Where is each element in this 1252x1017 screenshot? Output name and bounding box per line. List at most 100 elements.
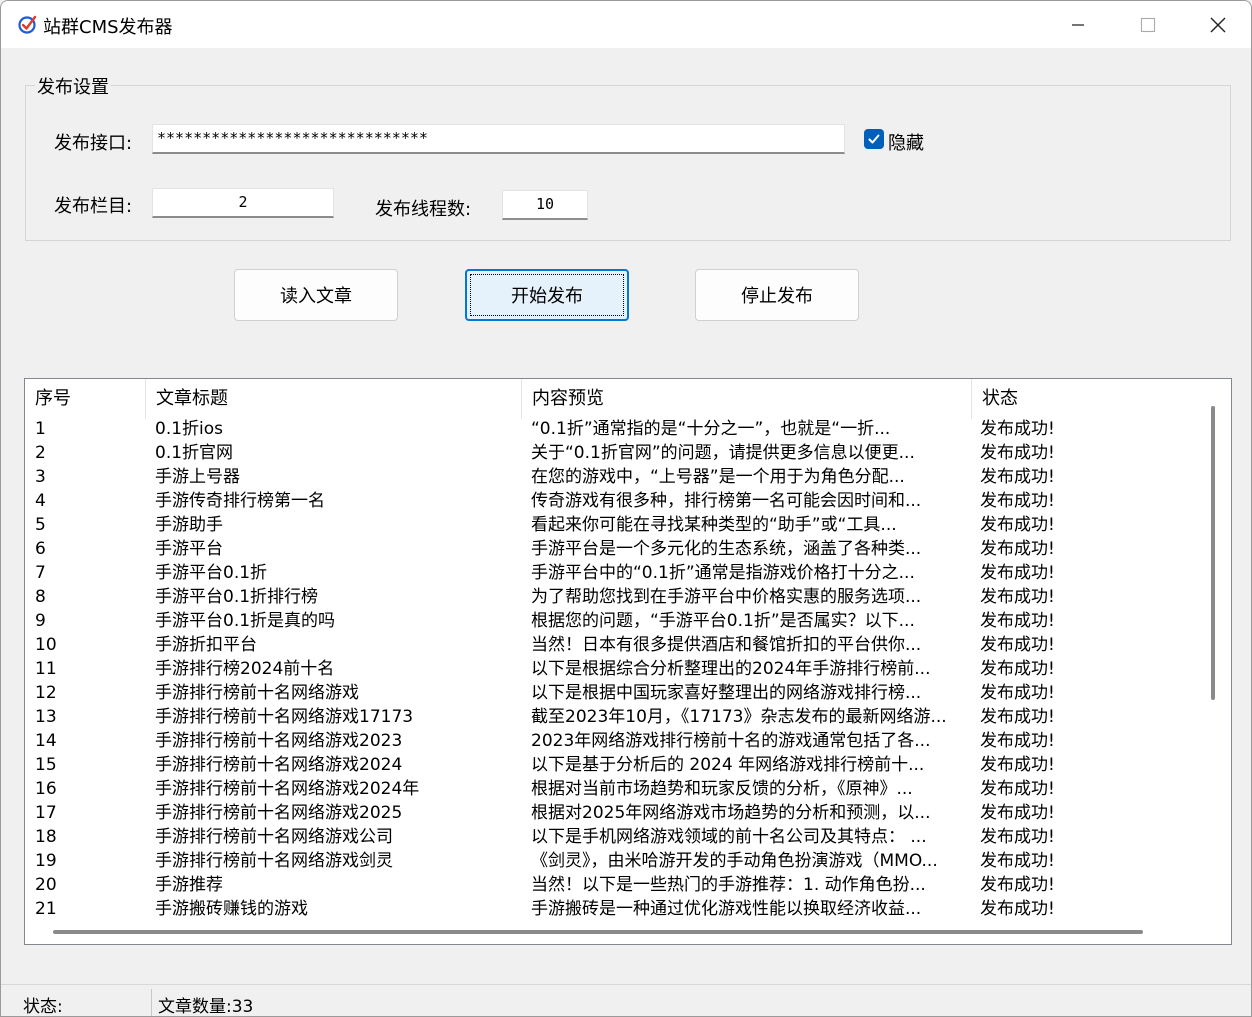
table-row[interactable]: 2 0.1折官网 关于“0.1折官网”的问题，请提供更多信息以便更... 发布成…	[25, 441, 1208, 465]
cell-preview: 手游平台是一个多元化的生态系统，涵盖了各种类...	[531, 539, 922, 559]
column-header-status[interactable]: 状态	[972, 379, 1208, 419]
close-icon	[1210, 17, 1226, 32]
cell-preview: 以下是手机网络游戏领域的前十名公司及其特点： ...	[531, 827, 927, 847]
cell-preview: 2023年网络游戏排行榜前十名的游戏通常包括了各...	[531, 731, 931, 751]
table-row[interactable]: 5 手游助手 看起来你可能在寻找某种类型的“助手”或“工具... 发布成功!	[25, 513, 1208, 537]
vertical-scrollbar[interactable]	[1211, 406, 1215, 700]
cell-index: 13	[35, 707, 57, 727]
cell-title: 手游排行榜前十名网络游戏	[155, 683, 359, 703]
cell-title: 手游平台	[155, 539, 223, 559]
cell-title: 手游平台0.1折	[155, 563, 268, 583]
table-row[interactable]: 15 手游排行榜前十名网络游戏2024 以下是基于分析后的 2024 年网络游戏…	[25, 753, 1208, 777]
horizontal-scrollbar[interactable]	[53, 930, 1143, 934]
cell-preview: 在您的游戏中，“上号器”是一个用于为角色分配...	[531, 467, 905, 487]
cell-status: 发布成功!	[980, 899, 1055, 919]
cell-status: 发布成功!	[980, 803, 1055, 823]
checkmark-icon	[868, 134, 880, 144]
cell-preview: 截至2023年10月，《17173》杂志发布的最新网络游...	[531, 707, 947, 727]
minimize-button[interactable]	[1043, 1, 1113, 48]
start-publish-button[interactable]: 开始发布	[465, 269, 629, 321]
close-button[interactable]	[1183, 1, 1251, 48]
read-articles-button[interactable]: 读入文章	[234, 269, 398, 321]
table-row[interactable]: 9 手游平台0.1折是真的吗 根据您的问题，“手游平台0.1折”是否属实？以下.…	[25, 609, 1208, 633]
cell-status: 发布成功!	[980, 635, 1055, 655]
table-row[interactable]: 20 手游推荐 当然！以下是一些热门的手游推荐：1. 动作角色扮... 发布成功…	[25, 873, 1208, 897]
stop-publish-button[interactable]: 停止发布	[695, 269, 859, 321]
category-label: 发布栏目:	[54, 196, 133, 217]
article-list[interactable]: 序号 文章标题 内容预览 状态 1 0.1折ios “0.1折”通常指的是“十分…	[24, 378, 1232, 945]
publish-settings-title: 发布设置	[35, 73, 111, 99]
column-header-title[interactable]: 文章标题	[146, 379, 522, 419]
cell-status: 发布成功!	[980, 563, 1055, 583]
cell-preview: 当然！日本有很多提供酒店和餐馆折扣的平台供你...	[531, 635, 922, 655]
table-row[interactable]: 18 手游排行榜前十名网络游戏公司 以下是手机网络游戏领域的前十名公司及其特点：…	[25, 825, 1208, 849]
cell-title: 0.1折官网	[155, 443, 234, 463]
cell-status: 发布成功!	[980, 659, 1055, 679]
cell-title: 手游排行榜前十名网络游戏2025	[155, 803, 403, 823]
cell-index: 15	[35, 755, 57, 775]
cell-index: 11	[35, 659, 57, 679]
table-row[interactable]: 19 手游排行榜前十名网络游戏剑灵 《剑灵》，由米哈游开发的手动角色扮演游戏（M…	[25, 849, 1208, 873]
cell-title: 手游排行榜前十名网络游戏公司	[155, 827, 393, 847]
threads-input[interactable]: 10	[502, 190, 588, 220]
cell-status: 发布成功!	[980, 755, 1055, 775]
table-row[interactable]: 1 0.1折ios “0.1折”通常指的是“十分之一”，也就是“一折... 发布…	[25, 417, 1208, 441]
table-row[interactable]: 12 手游排行榜前十名网络游戏 以下是根据中国玩家喜好整理出的网络游戏排行榜..…	[25, 681, 1208, 705]
cell-index: 19	[35, 851, 57, 871]
table-row[interactable]: 7 手游平台0.1折 手游平台中的“0.1折”通常是指游戏价格打十分之... 发…	[25, 561, 1208, 585]
cell-index: 16	[35, 779, 57, 799]
cell-status: 发布成功!	[980, 491, 1055, 511]
cell-status: 发布成功!	[980, 875, 1055, 895]
table-row[interactable]: 10 手游折扣平台 当然！日本有很多提供酒店和餐馆折扣的平台供你... 发布成功…	[25, 633, 1208, 657]
cell-title: 手游平台0.1折是真的吗	[155, 611, 336, 631]
cell-status: 发布成功!	[980, 731, 1055, 751]
cell-status: 发布成功!	[980, 851, 1055, 871]
cell-preview: 以下是基于分析后的 2024 年网络游戏排行榜前十...	[531, 755, 925, 775]
cell-preview: 当然！以下是一些热门的手游推荐：1. 动作角色扮...	[531, 875, 926, 895]
cell-preview: 根据对2025年网络游戏市场趋势的分析和预测，以...	[531, 803, 931, 823]
cell-title: 手游搬砖赚钱的游戏	[155, 899, 308, 919]
cell-index: 4	[35, 491, 46, 511]
cell-title: 手游排行榜前十名网络游戏剑灵	[155, 851, 393, 871]
cell-status: 发布成功!	[980, 827, 1055, 847]
column-header-preview[interactable]: 内容预览	[522, 379, 972, 419]
cell-index: 6	[35, 539, 46, 559]
cell-status: 发布成功!	[980, 539, 1055, 559]
table-row[interactable]: 17 手游排行榜前十名网络游戏2025 根据对2025年网络游戏市场趋势的分析和…	[25, 801, 1208, 825]
category-input[interactable]: 2	[152, 188, 334, 218]
table-row[interactable]: 3 手游上号器 在您的游戏中，“上号器”是一个用于为角色分配... 发布成功!	[25, 465, 1208, 489]
table-row[interactable]: 14 手游排行榜前十名网络游戏2023 2023年网络游戏排行榜前十名的游戏通常…	[25, 729, 1208, 753]
table-row[interactable]: 11 手游排行榜2024前十名 以下是根据综合分析整理出的2024年手游排行榜前…	[25, 657, 1208, 681]
cell-index: 21	[35, 899, 57, 919]
window-title: 站群CMS发布器	[43, 17, 173, 38]
api-input[interactable]: ******************************	[152, 124, 845, 154]
cell-title: 手游排行榜2024前十名	[155, 659, 335, 679]
status-bar: 状态: 文章数量:33	[1, 984, 1251, 1016]
table-row[interactable]: 6 手游平台 手游平台是一个多元化的生态系统，涵盖了各种类... 发布成功!	[25, 537, 1208, 561]
hide-checkbox[interactable]	[864, 129, 884, 149]
cell-title: 手游排行榜前十名网络游戏2024年	[155, 779, 420, 799]
table-row[interactable]: 8 手游平台0.1折排行榜 为了帮助您找到在手游平台中价格实惠的服务选项... …	[25, 585, 1208, 609]
cell-index: 18	[35, 827, 57, 847]
cell-index: 8	[35, 587, 46, 607]
table-row[interactable]: 4 手游传奇排行榜第一名 传奇游戏有很多种，排行榜第一名可能会因时间和... 发…	[25, 489, 1208, 513]
table-row[interactable]: 16 手游排行榜前十名网络游戏2024年 根据对当前市场趋势和玩家反馈的分析，《…	[25, 777, 1208, 801]
cell-index: 9	[35, 611, 46, 631]
table-row[interactable]: 21 手游搬砖赚钱的游戏 手游搬砖是一种通过优化游戏性能以换取经济收益... 发…	[25, 897, 1208, 921]
maximize-button[interactable]	[1113, 1, 1183, 48]
hide-label[interactable]: 隐藏	[888, 129, 924, 155]
cell-title: 手游平台0.1折排行榜	[155, 587, 319, 607]
cell-index: 1	[35, 419, 46, 439]
title-bar[interactable]: 站群CMS发布器	[1, 1, 1251, 48]
cell-status: 发布成功!	[980, 419, 1055, 439]
cell-index: 3	[35, 467, 46, 487]
cell-status: 发布成功!	[980, 779, 1055, 799]
cell-status: 发布成功!	[980, 587, 1055, 607]
cell-title: 手游排行榜前十名网络游戏2024	[155, 755, 403, 775]
column-header-index[interactable]: 序号	[25, 379, 146, 419]
cell-status: 发布成功!	[980, 707, 1055, 727]
cell-status: 发布成功!	[980, 467, 1055, 487]
table-row[interactable]: 13 手游排行榜前十名网络游戏17173 截至2023年10月，《17173》杂…	[25, 705, 1208, 729]
app-window: 站群CMS发布器 发布设置 发布接口: ********************…	[0, 0, 1252, 1017]
cell-title: 手游传奇排行榜第一名	[155, 491, 325, 511]
